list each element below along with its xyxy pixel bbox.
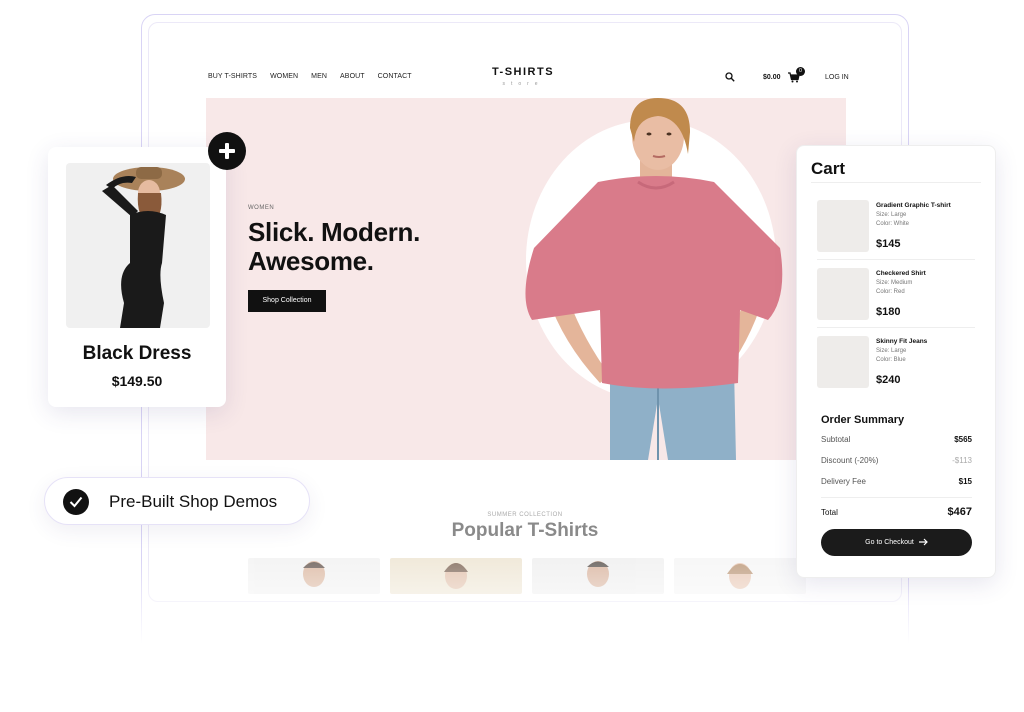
cart-item-name: Skinny Fit Jeans [876, 338, 928, 345]
feature-pill-label: Pre-Built Shop Demos [109, 492, 278, 511]
add-to-cart-plus-icon[interactable] [208, 132, 246, 170]
checkmark-icon [63, 489, 89, 515]
shop-collection-button[interactable]: Shop Collection [248, 290, 326, 312]
cart-item-name: Checkered Shirt [876, 270, 926, 277]
feature-pill: Pre-Built Shop Demos [44, 477, 310, 525]
cart-item-color: Color: Red [876, 289, 905, 295]
product-price: $149.50 [111, 373, 163, 389]
cart-count-badge: 0 [796, 67, 805, 76]
nav-link-women[interactable]: WOMEN [270, 73, 298, 80]
store-logo[interactable]: T-SHIRTS store [470, 66, 576, 87]
delivery-label: Delivery Fee [821, 477, 866, 486]
cart-item-size: Size: Large [876, 212, 907, 218]
cart-item-size: Size: Medium [876, 280, 913, 286]
product-name: Black Dress [82, 343, 192, 364]
popular-tag: SUMMER COLLECTION [487, 512, 563, 518]
subtotal-value: $565 [954, 435, 972, 444]
total-value: $467 [947, 506, 972, 518]
nav-link-contact[interactable]: CONTACT [378, 73, 412, 80]
order-summary-title: Order Summary [821, 414, 905, 426]
cart-item-price: $180 [876, 306, 901, 318]
discount-row: Discount (-20%) -$113 [821, 456, 972, 465]
cart-item-color: Color: Blue [876, 357, 906, 363]
hero-model-image [525, 98, 783, 460]
main-nav: BUY T-SHIRTS WOMEN MEN ABOUT CONTACT [208, 73, 412, 80]
cart-item[interactable]: Skinny Fit Jeans Size: Large Color: Blue… [817, 336, 975, 400]
divider [811, 182, 981, 183]
discount-label: Discount (-20%) [821, 456, 879, 465]
popular-title: Popular T-Shirts [451, 520, 599, 541]
product-thumbnail[interactable] [532, 558, 664, 594]
checkout-label: Go to Checkout [865, 539, 914, 546]
hero-title: Slick. Modern. Awesome. [248, 218, 508, 276]
cart-item-color: Color: White [876, 221, 910, 227]
total-row: Total $467 [821, 506, 972, 518]
cart-total[interactable]: $0.00 [763, 74, 781, 81]
divider [821, 497, 972, 498]
product-card[interactable]: Black Dress $149.50 [48, 147, 226, 407]
product-thumbnail[interactable] [674, 558, 806, 594]
login-link[interactable]: LOG IN [825, 74, 849, 81]
subtotal-row: Subtotal $565 [821, 435, 972, 444]
cart-item-name: Gradient Graphic T-shirt [876, 202, 951, 209]
nav-link-about[interactable]: ABOUT [340, 73, 365, 80]
divider [817, 327, 975, 328]
cart-title: Cart [811, 159, 846, 178]
product-thumbnail[interactable] [248, 558, 380, 594]
hero-tag: WOMEN [248, 205, 275, 211]
cart-item[interactable]: Checkered Shirt Size: Medium Color: Red … [817, 268, 975, 332]
product-image [66, 163, 210, 328]
hero-title-line-2: Awesome. [248, 246, 374, 276]
cart-item-thumbnail [817, 200, 869, 252]
logo-title: T-SHIRTS [491, 66, 555, 78]
cart-item-price: $145 [876, 238, 901, 250]
nav-link-men[interactable]: MEN [311, 73, 327, 80]
cart-item-price: $240 [876, 374, 901, 386]
hero-title-line-1: Slick. Modern. [248, 217, 421, 247]
delivery-row: Delivery Fee $15 [821, 477, 972, 486]
divider [817, 259, 975, 260]
product-thumbnail[interactable] [390, 558, 522, 594]
subtotal-label: Subtotal [821, 435, 851, 444]
cart-item-thumbnail [817, 268, 869, 320]
total-label: Total [821, 508, 838, 517]
go-to-checkout-button[interactable]: Go to Checkout [821, 529, 972, 556]
cart-item[interactable]: Gradient Graphic T-shirt Size: Large Col… [817, 200, 975, 264]
discount-value: -$113 [952, 456, 972, 465]
product-thumbnails [248, 558, 806, 594]
cart-item-thumbnail [817, 336, 869, 388]
delivery-value: $15 [958, 477, 972, 486]
search-icon[interactable] [725, 72, 735, 82]
arrow-right-icon [918, 538, 928, 546]
nav-link-buy-tshirts[interactable]: BUY T-SHIRTS [208, 73, 257, 80]
cart-item-size: Size: Large [876, 348, 907, 354]
cart-panel: Cart Gradient Graphic T-shirt Size: Larg… [796, 145, 996, 578]
logo-subtitle: store [502, 81, 544, 87]
